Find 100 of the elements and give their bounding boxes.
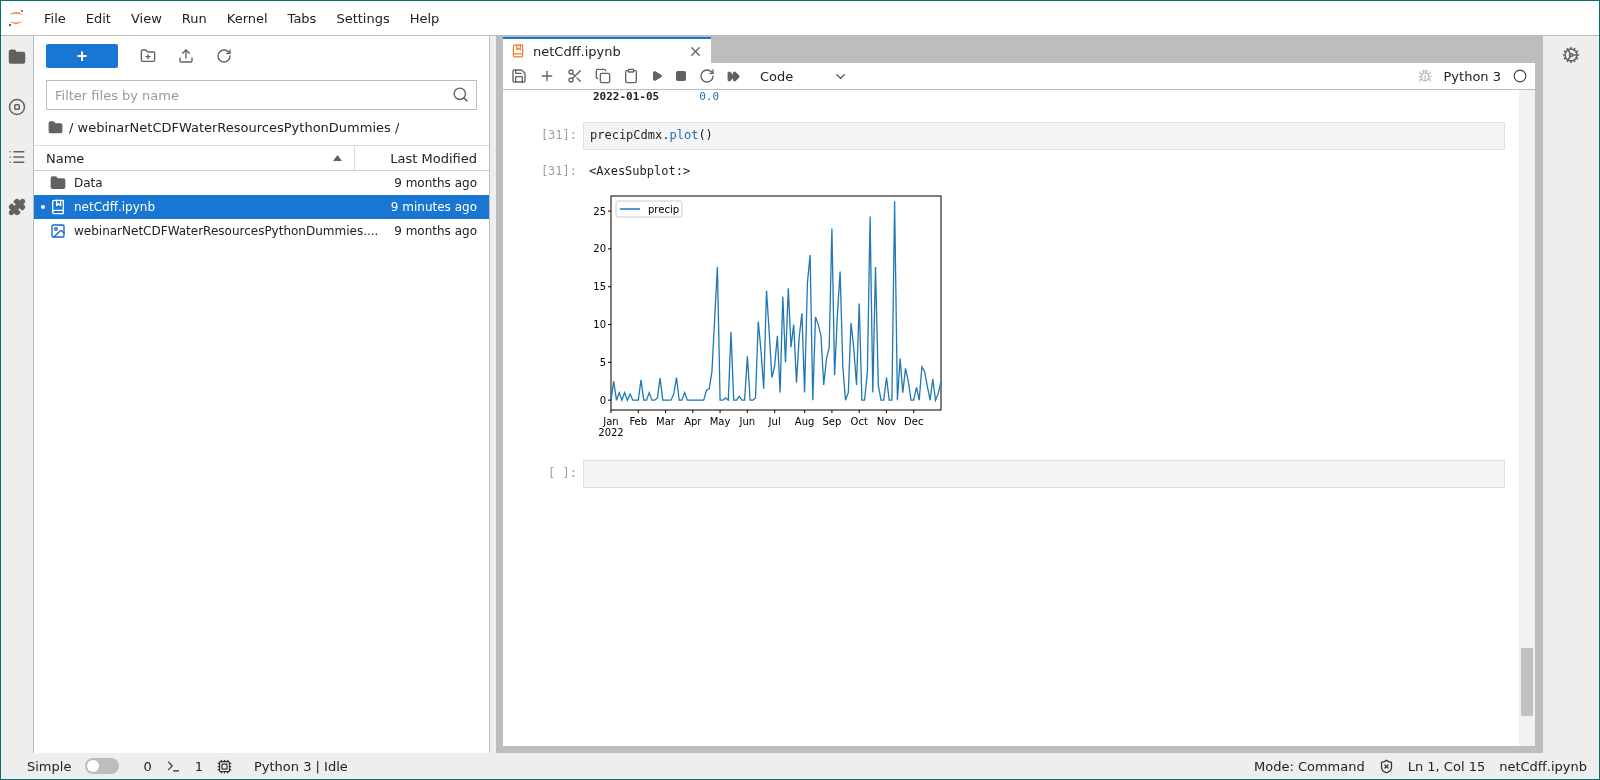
menu-item[interactable]: View: [121, 6, 171, 30]
y-tick-label: 15: [593, 281, 606, 293]
menu-item[interactable]: Help: [400, 6, 449, 30]
notebook-tab[interactable]: netCdff.ipynb: [503, 37, 711, 63]
upload-icon[interactable]: [178, 48, 194, 64]
menu-item[interactable]: Kernel: [217, 6, 277, 30]
search-icon: [452, 86, 469, 103]
menu-item[interactable]: Settings: [327, 6, 399, 30]
scrollbar[interactable]: [1519, 90, 1535, 746]
fast-forward-icon[interactable]: [727, 69, 740, 83]
x-tick: May: [709, 409, 731, 427]
menu-item[interactable]: Run: [172, 6, 216, 30]
kernel-status[interactable]: Python 3 | Idle: [253, 758, 348, 774]
new-launcher-button[interactable]: +: [46, 44, 118, 68]
y-tick-label: 10: [593, 319, 606, 331]
menu-item[interactable]: File: [35, 6, 75, 30]
x-tick-label: Jan 2022: [598, 416, 624, 438]
code-cell[interactable]: precipCdmx.plot(): [583, 122, 1505, 150]
copy-icon[interactable]: [595, 68, 611, 84]
terminal-icon: [165, 758, 181, 774]
x-tick-label: Jun: [738, 416, 756, 427]
x-tick: Jul: [768, 409, 781, 427]
modified-time: 9 minutes ago: [390, 200, 477, 214]
x-tick: Oct: [850, 409, 868, 427]
output-text: <AxesSubplot:>: [588, 164, 692, 178]
x-tick-label: Oct: [850, 416, 868, 427]
list-icon[interactable]: [8, 148, 26, 166]
file-name: netCdff.ipynb: [74, 200, 157, 214]
y-tick: 0: [599, 394, 612, 406]
y-tick: 25: [593, 205, 612, 217]
y-tick-label: 0: [599, 394, 606, 406]
image-icon: [50, 223, 66, 239]
y-tick: 15: [593, 281, 612, 293]
x-tick: Aug: [794, 409, 815, 427]
file-label: netCdff.ipynb: [1499, 758, 1587, 774]
restart-icon[interactable]: [699, 68, 715, 84]
x-tick: Feb: [629, 409, 648, 427]
plus-icon[interactable]: [539, 68, 555, 84]
y-tick: 10: [593, 319, 612, 331]
bug-icon: [1417, 69, 1432, 83]
modified-time: 9 months ago: [394, 176, 477, 190]
column-header[interactable]: Name: [34, 146, 355, 170]
simple-toggle[interactable]: [85, 758, 120, 774]
x-tick: Sep: [822, 409, 842, 427]
folder-icon[interactable]: [8, 48, 26, 66]
shield-icon: [1378, 758, 1394, 774]
file-row[interactable]: Data 9 months ago: [34, 171, 489, 195]
x-tick-label: Jul: [767, 416, 781, 427]
file-name: webinarNetCDFWaterResourcesPythonDummies....: [74, 224, 380, 238]
breadcrumb-path[interactable]: / webinarNetCDFWaterResourcesPythonDummies /: [69, 120, 400, 135]
x-tick: Dec: [904, 409, 924, 427]
sort-arrow-icon: [333, 155, 342, 161]
x-tick-label: Aug: [794, 416, 815, 427]
x-tick: Jan 2022: [598, 409, 624, 438]
input-prompt: [31]:: [539, 127, 578, 142]
output-text: 0.0: [699, 90, 720, 104]
file-name: Data: [74, 176, 104, 190]
x-tick-label: Sep: [822, 416, 842, 427]
paste-icon[interactable]: [623, 68, 639, 84]
cut-icon[interactable]: [567, 68, 583, 84]
new-folder-icon[interactable]: [140, 48, 156, 64]
x-tick-label: Apr: [684, 416, 703, 427]
y-tick-label: 20: [593, 243, 606, 255]
filter-field[interactable]: Filter files by name: [46, 80, 477, 110]
stop-icon[interactable]: [675, 70, 687, 82]
y-tick: 20: [593, 243, 612, 255]
chip-icon: [216, 758, 232, 774]
y-tick-label: 5: [599, 356, 606, 368]
file-row[interactable]: webinarNetCDFWaterResourcesPythonDummies.... 9 months ago: [34, 219, 489, 243]
x-tick: Apr: [684, 409, 702, 427]
column-header[interactable]: Last Modified: [355, 146, 489, 170]
file-row[interactable]: netCdff.ipynb 9 minutes ago: [34, 195, 489, 219]
x-tick: Nov: [876, 409, 897, 427]
output-text: 2022-01-05: [593, 90, 660, 104]
cursor-position[interactable]: Ln 1, Col 15: [1407, 758, 1486, 774]
kernel-name[interactable]: Python 3: [1443, 68, 1501, 84]
x-tick-label: Feb: [629, 416, 648, 427]
refresh-icon[interactable]: [216, 48, 232, 64]
code-cell[interactable]: [583, 460, 1505, 488]
folder-icon: [48, 120, 63, 135]
x-tick-label: Dec: [904, 416, 924, 427]
cell-type-dropdown[interactable]: Code: [760, 68, 849, 84]
simple-label: Simple: [27, 758, 72, 774]
menu-item[interactable]: Edit: [76, 6, 120, 30]
menu-item[interactable]: Tabs: [278, 6, 326, 30]
kernel-status-icon: [1513, 69, 1527, 83]
input-prompt: [ ]:: [547, 465, 578, 480]
output-prompt: [31]:: [539, 163, 578, 178]
save-icon[interactable]: [511, 68, 527, 84]
puzzle-icon[interactable]: [8, 198, 26, 216]
run-icon[interactable]: [651, 70, 663, 82]
legend-label: precip: [648, 204, 680, 215]
settings-icon[interactable]: [1562, 46, 1580, 64]
modified-time: 9 months ago: [394, 224, 477, 238]
x-tick-label: Mar: [656, 416, 676, 427]
stop-icon[interactable]: [8, 98, 26, 116]
terminal-count: 0: [143, 758, 152, 774]
notebook-icon: [50, 199, 66, 215]
x-tick-label: Nov: [876, 416, 897, 427]
notebook-icon: [511, 44, 525, 58]
